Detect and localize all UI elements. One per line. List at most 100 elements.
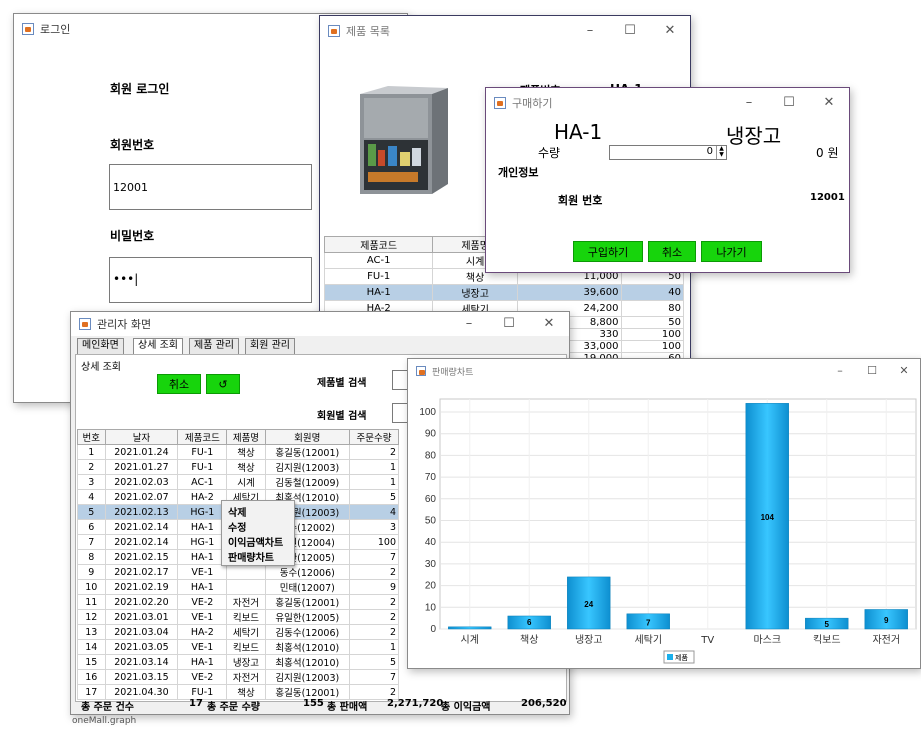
- y-tick-label: 50: [425, 516, 437, 527]
- table-cell: 2021.01.27: [104, 459, 179, 475]
- table-cell: 39,600: [516, 284, 622, 301]
- table-row[interactable]: 16 2021.03.15 VE-2 자전거 김지원(12003) 7: [77, 669, 400, 685]
- qty-spinner[interactable]: 0 ▲ ▼: [609, 145, 727, 160]
- personal-info-label: 개인정보: [498, 166, 539, 179]
- column-header[interactable]: 제품코드: [323, 236, 434, 253]
- minimize-icon[interactable]: –: [824, 359, 856, 383]
- table-cell: 동수(12006): [264, 564, 350, 580]
- table-cell: 자전거: [226, 669, 266, 685]
- data-label: 9: [884, 616, 889, 625]
- table-row[interactable]: 13 2021.03.04 HA-2 세탁기 김동수(12006) 2: [77, 624, 400, 640]
- search-by-member-label: 회원별 검색: [317, 411, 367, 422]
- table-row[interactable]: 12 2021.03.01 VE-1 킥보드 유일한(12005) 2: [77, 609, 400, 625]
- table-cell: 10: [77, 579, 106, 595]
- java-icon: [22, 23, 34, 35]
- refresh-button[interactable]: ↺: [206, 374, 240, 394]
- cancel-button[interactable]: 취소: [648, 241, 696, 262]
- table-row[interactable]: HA-1 냉장고 39,600 40: [323, 284, 685, 301]
- context-menu-item[interactable]: 삭제: [222, 503, 294, 519]
- table-row[interactable]: 1 2021.01.24 FU-1 책상 홍길동(12001) 2: [77, 444, 400, 460]
- column-header[interactable]: 제품명: [226, 429, 266, 445]
- table-cell: 1: [348, 474, 400, 490]
- table-cell: 2: [348, 609, 400, 625]
- y-tick-label: 30: [425, 559, 437, 570]
- total-qty-value: 155: [303, 698, 324, 709]
- password-input[interactable]: •••|: [109, 257, 312, 303]
- data-label: 24: [584, 600, 593, 609]
- column-header[interactable]: 주문수량: [348, 429, 400, 445]
- table-cell: 11: [77, 594, 106, 610]
- maximize-icon[interactable]: ☐: [489, 312, 529, 336]
- total-sales-label: 총 판매액: [327, 702, 368, 713]
- column-header[interactable]: 번호: [77, 429, 106, 445]
- table-cell: 100: [348, 534, 400, 550]
- x-tick-label: 책상: [520, 634, 538, 646]
- table-row[interactable]: 2 2021.01.27 FU-1 책상 김지원(12003) 1: [77, 459, 400, 475]
- tab-detail[interactable]: 상세 조회: [133, 338, 183, 354]
- table-cell: 2021.02.19: [104, 579, 179, 595]
- legend-swatch: [667, 654, 673, 660]
- close-icon[interactable]: ✕: [529, 312, 569, 336]
- table-row[interactable]: 15 2021.03.14 HA-1 냉장고 최홍석(12010) 5: [77, 654, 400, 670]
- minimize-icon[interactable]: –: [449, 312, 489, 336]
- tab-main[interactable]: 메인화면: [77, 338, 124, 354]
- table-row[interactable]: 9 2021.02.17 VE-1 동수(12006) 2: [77, 564, 400, 580]
- close-icon[interactable]: ✕: [650, 16, 690, 46]
- member-no-input[interactable]: 12001: [109, 164, 312, 210]
- exit-button[interactable]: 나가기: [701, 241, 762, 262]
- minimize-icon[interactable]: –: [570, 16, 610, 46]
- table-row[interactable]: 11 2021.02.20 VE-2 자전거 홍길동(12001) 2: [77, 594, 400, 610]
- table-cell: 2021.02.15: [104, 549, 179, 565]
- admin-cancel-button[interactable]: 취소: [157, 374, 201, 394]
- chart-bar[interactable]: [448, 626, 492, 630]
- table-cell: FU-1: [323, 268, 434, 285]
- table-cell: VE-1: [177, 639, 228, 655]
- table-cell: 2021.03.04: [104, 624, 179, 640]
- context-menu-item[interactable]: 수정: [222, 518, 294, 534]
- column-header[interactable]: 회원명: [264, 429, 350, 445]
- status-fragment: oneMall.graph: [72, 716, 137, 726]
- buy-button[interactable]: 구입하기: [573, 241, 643, 262]
- table-cell: 2021.03.05: [104, 639, 179, 655]
- table-cell: 2: [348, 444, 400, 460]
- table-cell: 2021.02.14: [104, 534, 179, 550]
- minimize-icon[interactable]: –: [729, 88, 769, 118]
- table-row[interactable]: 3 2021.02.03 AC-1 시계 김동철(12009) 1: [77, 474, 400, 490]
- column-header[interactable]: 제품코드: [177, 429, 228, 445]
- table-cell: 김동수(12006): [264, 624, 350, 640]
- java-icon: [494, 97, 506, 109]
- context-menu-item[interactable]: 이익금액차트: [222, 533, 294, 549]
- close-icon[interactable]: ✕: [809, 88, 849, 118]
- chart-window: 판매량차트 – ☐ ✕ 0 10 20 30 40 50 60 70 80 90 100 시계 6 책상 2…: [407, 358, 921, 669]
- java-icon: [416, 366, 426, 376]
- table-row[interactable]: 14 2021.03.05 VE-1 킥보드 최홍석(12010) 1: [77, 639, 400, 655]
- x-tick-label: 자전거: [872, 634, 900, 646]
- column-header[interactable]: 날자: [104, 429, 179, 445]
- login-title: 로그인: [40, 23, 71, 36]
- close-icon[interactable]: ✕: [888, 359, 920, 383]
- maximize-icon[interactable]: ☐: [610, 16, 650, 46]
- table-cell: 책상: [226, 444, 266, 460]
- tab-product-manage[interactable]: 제품 관리: [189, 338, 239, 354]
- table-cell: 1: [348, 459, 400, 475]
- table-cell: 9: [77, 564, 106, 580]
- table-cell: 민태(12007): [264, 579, 350, 595]
- maximize-icon[interactable]: ☐: [856, 359, 888, 383]
- spinner-arrows-icon[interactable]: ▲ ▼: [716, 146, 726, 159]
- x-tick-label: 냉장고: [575, 634, 603, 646]
- table-row[interactable]: 10 2021.02.19 HA-1 민태(12007) 9: [77, 579, 400, 595]
- member-no-label: 회원 번호: [558, 194, 603, 207]
- purchase-titlebar: 구매하기 – ☐ ✕: [486, 88, 849, 118]
- tab-member-manage[interactable]: 회원 관리: [245, 338, 295, 354]
- table-cell: 5: [77, 504, 106, 520]
- purchase-window: 구매하기 – ☐ ✕ HA-1 냉장고 수량 0 ▲ ▼ 0 원 개인정보 회원 …: [485, 87, 850, 273]
- qty-label: 수량: [538, 146, 561, 160]
- product-image: [358, 84, 450, 202]
- context-menu-item[interactable]: 판매량차트: [222, 548, 294, 564]
- total-profit-value: 206,520: [521, 698, 567, 709]
- table-cell: 2021.03.15: [104, 669, 179, 685]
- table-cell: 6: [77, 519, 106, 535]
- table-cell: 4: [348, 504, 400, 520]
- table-cell: HA-2: [177, 624, 228, 640]
- maximize-icon[interactable]: ☐: [769, 88, 809, 118]
